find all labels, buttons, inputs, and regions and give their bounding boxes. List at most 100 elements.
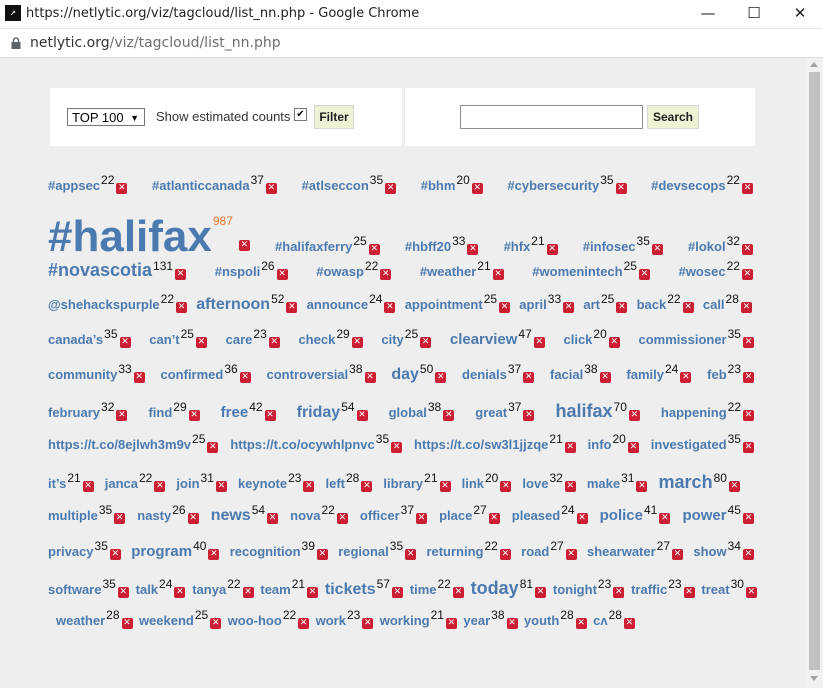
tag-word-link[interactable]: power (682, 507, 726, 524)
delete-tag-icon[interactable]: ✕ (680, 372, 692, 383)
delete-tag-icon[interactable]: ✕ (286, 302, 298, 313)
delete-tag-icon[interactable]: ✕ (499, 302, 511, 313)
tag-word-link[interactable]: place (439, 508, 472, 523)
delete-tag-icon[interactable]: ✕ (564, 481, 576, 492)
tag-word-link[interactable]: #womenintech (532, 264, 622, 279)
maximize-button[interactable]: ☐ (731, 0, 777, 28)
delete-tag-icon[interactable]: ✕ (238, 240, 250, 251)
delete-tag-icon[interactable]: ✕ (82, 481, 94, 492)
delete-tag-icon[interactable]: ✕ (672, 549, 684, 560)
tag-word-link[interactable]: march (659, 472, 713, 493)
scroll-up-icon[interactable] (810, 62, 818, 67)
delete-tag-icon[interactable]: ✕ (207, 442, 219, 453)
delete-tag-icon[interactable]: ✕ (268, 337, 280, 348)
tag-word-link[interactable]: call (703, 297, 725, 312)
delete-tag-icon[interactable]: ✕ (114, 513, 126, 524)
tag-word-link[interactable]: it’s (48, 476, 66, 491)
delete-tag-icon[interactable]: ✕ (616, 302, 628, 313)
delete-tag-icon[interactable]: ✕ (121, 618, 133, 629)
delete-tag-icon[interactable]: ✕ (628, 410, 640, 421)
tag-word-link[interactable]: #appsec (48, 178, 100, 193)
tag-word-link[interactable]: treat (701, 582, 729, 597)
tag-word-link[interactable]: #atlanticcanada (152, 178, 250, 193)
tag-word-link[interactable]: #halifaxferry (275, 239, 352, 254)
tag-word-link[interactable]: https://t.co/sw3l1jjzqe (414, 437, 548, 452)
tag-word-link[interactable]: #bhm (421, 178, 456, 193)
delete-tag-icon[interactable]: ✕ (565, 549, 577, 560)
delete-tag-icon[interactable]: ✕ (208, 549, 220, 560)
tag-word-link[interactable]: community (48, 367, 117, 382)
tag-word-link[interactable]: traffic (631, 582, 667, 597)
tag-word-link[interactable]: #hbff20 (405, 239, 451, 254)
delete-tag-icon[interactable]: ✕ (391, 442, 403, 453)
search-input[interactable] (460, 105, 643, 129)
tag-word-link[interactable]: free (221, 404, 249, 421)
tag-word-link[interactable]: #cybersecurity (507, 178, 599, 193)
tag-word-link[interactable]: weather (56, 613, 105, 628)
tag-word-link[interactable]: talk (136, 582, 158, 597)
tag-word-link[interactable]: officer (360, 508, 400, 523)
tag-word-link[interactable]: confirmed (161, 367, 224, 382)
tag-word-link[interactable]: software (48, 582, 101, 597)
delete-tag-icon[interactable]: ✕ (133, 372, 145, 383)
delete-tag-icon[interactable]: ✕ (116, 183, 128, 194)
tag-word-link[interactable]: working (380, 613, 430, 628)
delete-tag-icon[interactable]: ✕ (391, 587, 403, 598)
scroll-down-icon[interactable] (810, 676, 818, 681)
delete-tag-icon[interactable]: ✕ (636, 481, 648, 492)
tag-word-link[interactable]: happening (661, 405, 727, 420)
tag-word-link[interactable]: check (298, 332, 335, 347)
delete-tag-icon[interactable]: ✕ (405, 549, 417, 560)
delete-tag-icon[interactable]: ✕ (506, 618, 518, 629)
delete-tag-icon[interactable]: ✕ (488, 513, 500, 524)
tag-word-link[interactable]: find (148, 405, 172, 420)
delete-tag-icon[interactable]: ✕ (439, 481, 451, 492)
delete-tag-icon[interactable]: ✕ (533, 337, 545, 348)
delete-tag-icon[interactable]: ✕ (385, 183, 397, 194)
tag-word-link[interactable]: #wosec (679, 264, 726, 279)
delete-tag-icon[interactable]: ✕ (368, 244, 380, 255)
tag-word-link[interactable]: #lokol (688, 239, 726, 254)
tag-word-link[interactable]: family (626, 367, 664, 382)
delete-tag-icon[interactable]: ✕ (384, 302, 396, 313)
filter-button[interactable]: Filter (314, 105, 354, 129)
delete-tag-icon[interactable]: ✕ (615, 183, 627, 194)
delete-tag-icon[interactable]: ✕ (523, 410, 535, 421)
address-bar[interactable]: netlytic.org/viz/tagcloud/list_nn.php (0, 29, 823, 58)
delete-tag-icon[interactable]: ✕ (742, 442, 754, 453)
delete-tag-icon[interactable]: ✕ (267, 513, 279, 524)
delete-tag-icon[interactable]: ✕ (116, 410, 128, 421)
tag-word-link[interactable]: youth (524, 613, 559, 628)
tag-word-link[interactable]: april (519, 297, 546, 312)
delete-tag-icon[interactable]: ✕ (742, 337, 754, 348)
delete-tag-icon[interactable]: ✕ (188, 410, 200, 421)
tag-word-link[interactable]: year (463, 613, 490, 628)
delete-tag-icon[interactable]: ✕ (361, 481, 373, 492)
delete-tag-icon[interactable]: ✕ (623, 618, 635, 629)
tag-word-link[interactable]: multiple (48, 508, 98, 523)
tag-word-link[interactable]: can’t (149, 332, 179, 347)
tag-word-link[interactable]: clearview (450, 331, 518, 348)
delete-tag-icon[interactable]: ✕ (187, 513, 199, 524)
delete-tag-icon[interactable]: ✕ (362, 618, 374, 629)
delete-tag-icon[interactable]: ✕ (210, 618, 222, 629)
tag-word-link[interactable]: #devsecops (651, 178, 725, 193)
delete-tag-icon[interactable]: ✕ (659, 513, 671, 524)
tag-word-link[interactable]: cʌ (593, 613, 607, 628)
url-text[interactable]: netlytic.org/viz/tagcloud/list_nn.php (30, 35, 281, 51)
tag-word-link[interactable]: #owasp (316, 264, 364, 279)
delete-tag-icon[interactable]: ✕ (742, 549, 754, 560)
show-estimated-checkbox[interactable]: ✔ (294, 108, 307, 121)
delete-tag-icon[interactable]: ✕ (117, 587, 129, 598)
delete-tag-icon[interactable]: ✕ (564, 442, 576, 453)
delete-tag-icon[interactable]: ✕ (740, 302, 752, 313)
tag-word-link[interactable]: tickets (325, 581, 376, 599)
tag-word-link[interactable]: announce (307, 297, 368, 312)
tag-word-link[interactable]: show (693, 544, 726, 559)
delete-tag-icon[interactable]: ✕ (683, 587, 695, 598)
tag-word-link[interactable]: news (211, 507, 251, 525)
tag-word-link[interactable]: police (600, 507, 643, 524)
tag-word-link[interactable]: info (588, 437, 612, 452)
tag-word-link[interactable]: controversial (267, 367, 349, 382)
tag-word-link[interactable]: care (226, 332, 253, 347)
